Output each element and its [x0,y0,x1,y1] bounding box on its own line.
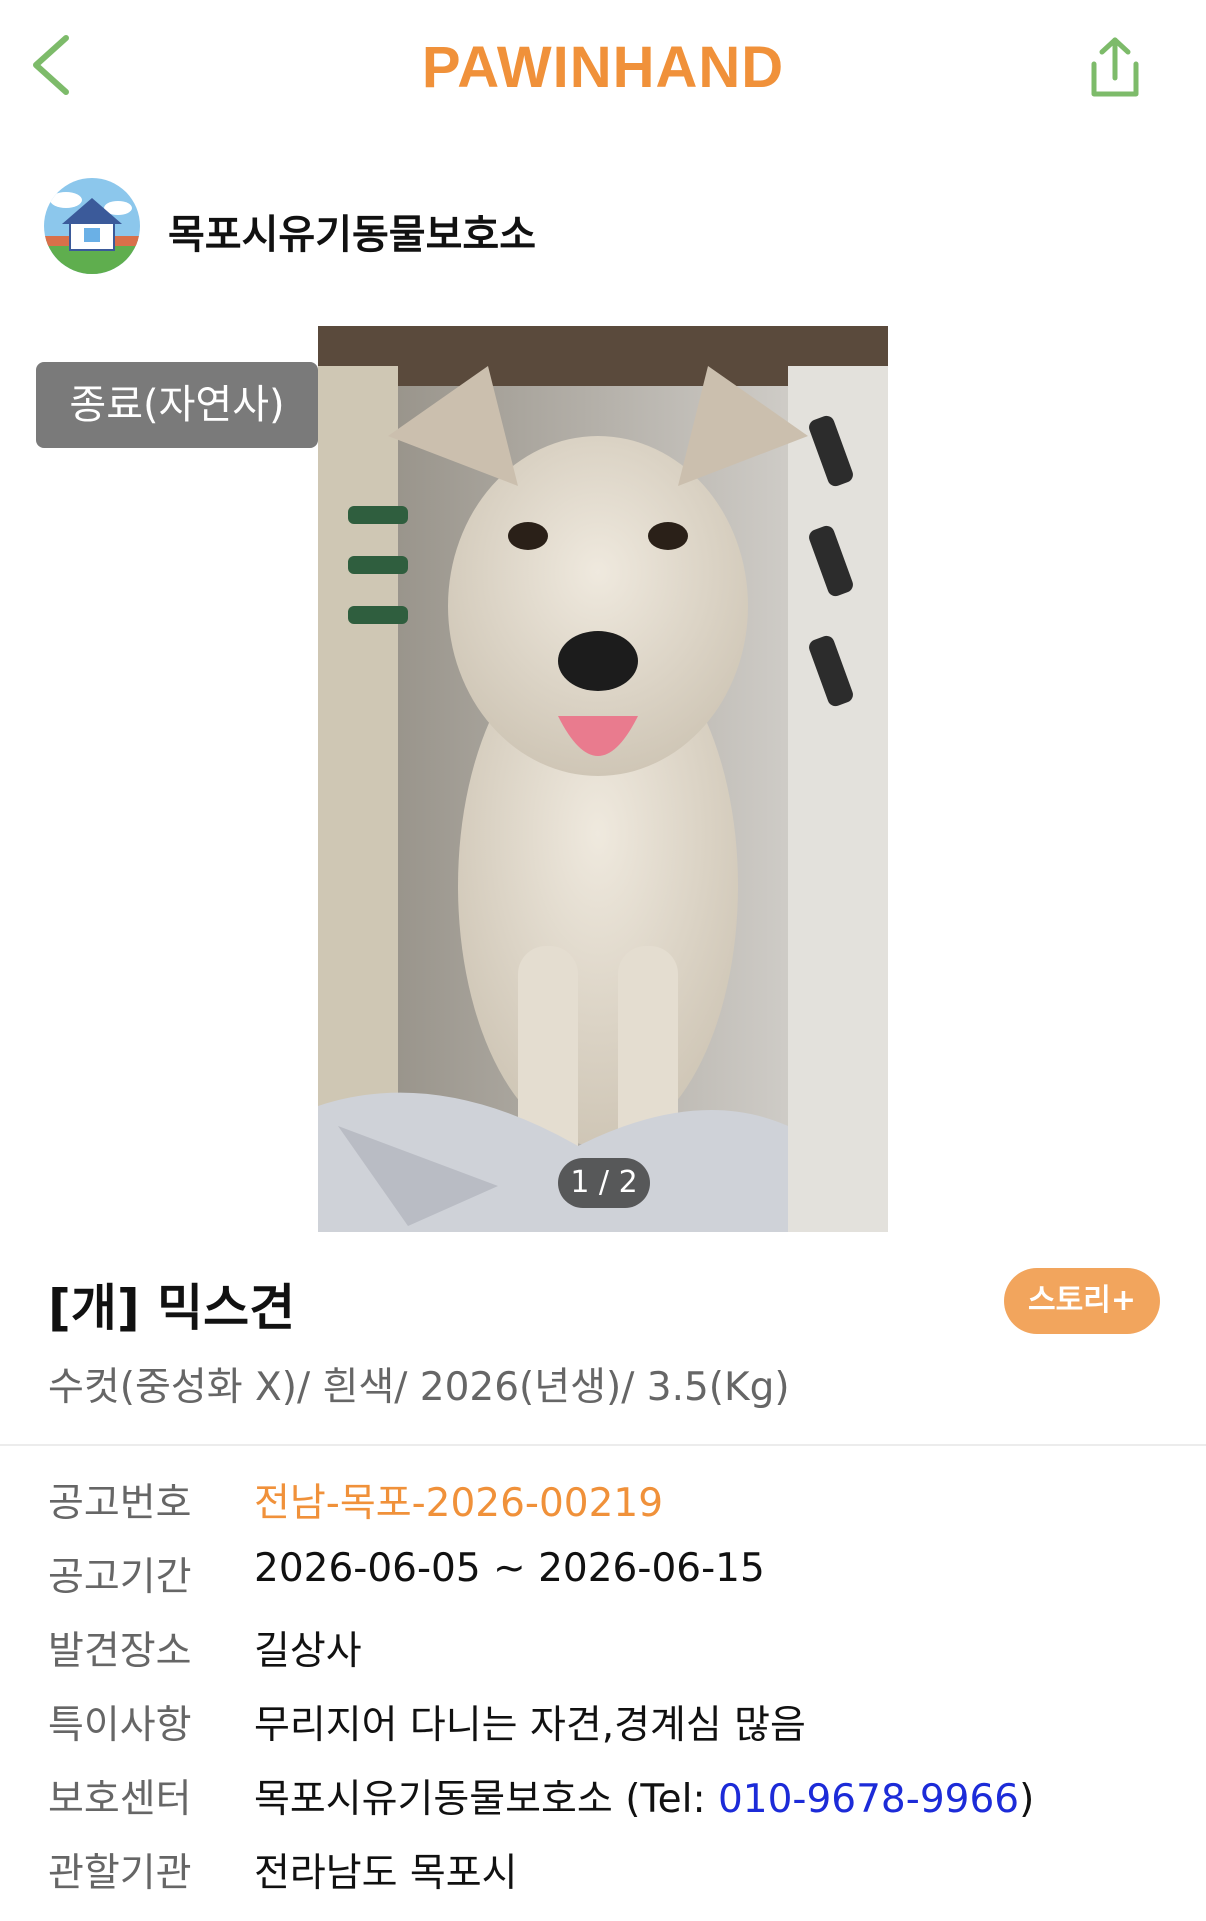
notice-number: 전남-목포-2026-00219 [254,1481,664,1526]
status-badge: 종료(자연사) [36,362,318,448]
dog-photo-image [318,326,888,1232]
animal-summary: 수컷(중성화 X)/ 흰색/ 2026(년생)/ 3.5(Kg) [48,1365,790,1410]
info-row-notice-period: 공고기간 2026-06-05 ~ 2026-06-15 [48,1546,1168,1606]
shelter-name: 목포시유기동물보호소 [168,212,536,258]
info-label: 공고번호 [48,1481,192,1526]
info-label: 특이사항 [48,1703,192,1748]
info-row-shelter-center: 보호센터 목포시유기동물보호소 (Tel: 010-9678-9966) [48,1768,1168,1828]
jurisdiction: 전라남도 목포시 [254,1851,518,1896]
info-row-found-place: 발견장소 길상사 [48,1620,1168,1680]
animal-title: [개] 믹스견 [48,1279,296,1337]
shelter-center-suffix: ) [1019,1777,1035,1822]
found-place: 길상사 [254,1629,362,1674]
share-icon [1091,37,1139,97]
app-logo: PAWINHAND [421,35,785,100]
divider [0,1444,1206,1446]
phone-link[interactable]: 010-9678-9966 [718,1777,1019,1822]
info-row-notes: 특이사항 무리지어 다니는 자견,경계심 많음 [48,1694,1168,1754]
info-row-jurisdiction: 관할기관 전라남도 목포시 [48,1842,1168,1902]
shelter-header[interactable]: 목포시유기동물보호소 [44,178,944,282]
photo-counter: 1 / 2 [558,1158,650,1208]
shelter-avatar [44,178,140,274]
info-label: 공고기간 [48,1555,192,1600]
top-bar: PAWINHAND [0,0,1206,140]
animal-photo[interactable] [318,326,888,1232]
info-label: 보호센터 [48,1777,192,1822]
info-row-notice-no: 공고번호 전남-목포-2026-00219 [48,1472,1168,1532]
share-button[interactable] [1082,34,1148,104]
notice-period: 2026-06-05 ~ 2026-06-15 [254,1546,765,1591]
info-label: 발견장소 [48,1629,192,1674]
special-notes: 무리지어 다니는 자견,경계심 많음 [254,1703,806,1748]
info-label: 관할기관 [48,1851,192,1896]
shelter-center-name: 목포시유기동물보호소 (Tel: [254,1777,718,1822]
shelter-center: 목포시유기동물보호소 (Tel: 010-9678-9966) [254,1768,1034,1824]
house-icon [44,178,140,274]
story-button[interactable]: 스토리+ [1004,1268,1160,1334]
